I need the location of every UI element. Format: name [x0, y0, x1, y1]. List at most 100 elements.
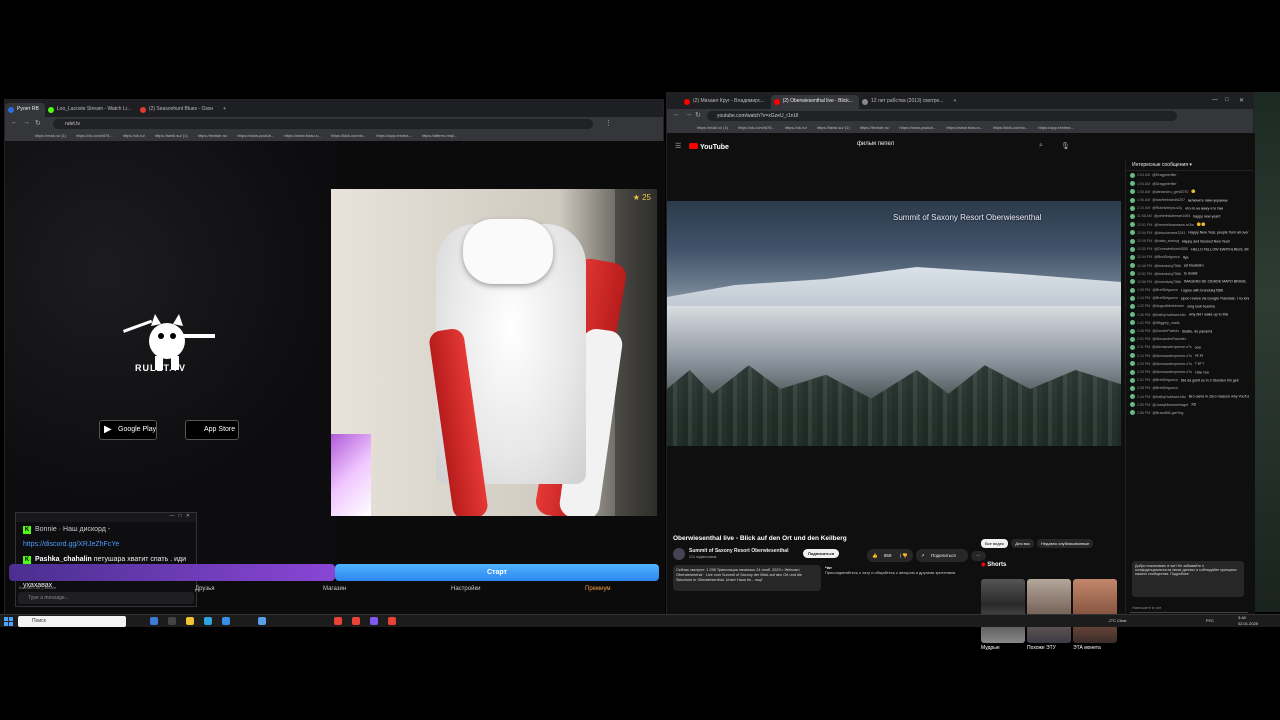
bookmark[interactable]: https://vk.com/id78... — [76, 133, 113, 139]
right-tab-krug[interactable]: (2) Михаил Круг - Владимирс... — [681, 95, 771, 109]
maximize-icon[interactable]: □ — [179, 513, 182, 519]
taskbar-chrome-icon[interactable] — [352, 617, 360, 625]
user-avatar[interactable] — [1130, 369, 1135, 375]
user-avatar[interactable] — [1130, 328, 1135, 334]
language-indicator[interactable]: РУС — [1206, 618, 1214, 623]
chat-username[interactable]: @hermelleanmann-nr3w — [1154, 223, 1193, 227]
left-url-field[interactable]: rulet.tv — [53, 119, 593, 129]
right-tab-oberwiesenthal[interactable]: (2) Oberwiesenthal live - Blick... — [770, 95, 859, 109]
bookmark[interactable]: https://vk.com/id78... — [738, 125, 775, 131]
user-avatar[interactable] — [1130, 230, 1135, 236]
right-tab-movie[interactable]: 12 лет рабства (2013) смотре... — [859, 95, 950, 109]
taskbar-chrome-icon[interactable] — [334, 617, 342, 625]
chat-username[interactable]: @peterinsideman1494 — [1154, 214, 1190, 218]
user-avatar[interactable] — [1130, 353, 1135, 359]
user-avatar[interactable] — [1130, 410, 1135, 416]
taskbar-app-icon[interactable] — [150, 617, 158, 625]
chat-username[interactable]: @Dragpeerfiler — [1152, 182, 1176, 186]
taskbar-app-icon[interactable] — [168, 617, 176, 625]
chat-username[interactable]: @KathyHubbard-b6c — [1152, 313, 1186, 317]
chat-username[interactable]: @JoseyMessmertaget — [1152, 403, 1188, 407]
user-avatar[interactable] — [1130, 287, 1135, 293]
minimize-icon[interactable]: — — [1212, 97, 1218, 103]
extensions-icon[interactable]: ⋮ — [605, 119, 612, 127]
chat-username[interactable]: @Alexsanderrpeeoe-x7s — [1152, 370, 1192, 374]
user-avatar[interactable] — [1130, 361, 1135, 367]
user-avatar[interactable] — [1130, 394, 1135, 400]
back-icon[interactable]: ← — [673, 111, 680, 118]
menu-icon[interactable]: ☰ — [675, 142, 681, 150]
more-button[interactable]: ⋯ — [971, 551, 986, 561]
reload-icon[interactable]: ↻ — [695, 111, 701, 119]
user-avatar[interactable] — [1130, 173, 1135, 178]
user-avatar[interactable] — [1130, 238, 1135, 244]
close-icon[interactable]: ✕ — [1239, 97, 1244, 104]
chat-username[interactable]: @AugustMortensen — [1152, 304, 1184, 308]
chat-username[interactable]: @sabs_sowing — [1154, 239, 1178, 243]
short-thumbnail[interactable] — [1073, 579, 1117, 643]
left-tab-kick[interactable]: Loo_Lacoste Stream - Watch Li... — [45, 103, 137, 117]
forward-icon[interactable]: → — [685, 111, 692, 118]
video-description[interactable]: Сейчас смотрят: 1 298 Трансляция началас… — [673, 565, 821, 591]
bookmark[interactable]: https://textide.ru/ — [198, 133, 228, 139]
chat-username[interactable]: @KathyHubbard-b6c — [1152, 395, 1186, 399]
back-icon[interactable]: ← — [11, 119, 18, 126]
taskbar-app-icon[interactable] — [258, 617, 266, 625]
chat-username[interactable]: @BretDelgonzo — [1152, 288, 1177, 292]
left-tab-rulet[interactable]: Рулет RB — [5, 103, 45, 117]
bookmark[interactable]: https://www.fsrau.s... — [284, 133, 321, 139]
user-avatar[interactable] — [1130, 304, 1135, 309]
bookmark[interactable]: https://mail.ru/ (1) — [697, 125, 728, 131]
windows-start-icon[interactable] — [4, 617, 13, 626]
user-avatar[interactable] — [1130, 336, 1135, 342]
taskbar-folder-icon[interactable] — [186, 617, 194, 625]
bookmark[interactable]: https://ok.ru/ — [123, 133, 145, 139]
chat-username[interactable]: @driscoencee2241 — [1154, 231, 1185, 235]
user-avatar[interactable] — [1130, 344, 1135, 350]
short-title[interactable]: Мудрые — [981, 645, 1000, 651]
bookmark[interactable]: https://app.restrea... — [1038, 125, 1074, 131]
chat-username[interactable]: @Dragpeerfiler — [1152, 173, 1176, 177]
minimize-icon[interactable]: — — [169, 513, 174, 519]
chat-input[interactable]: Напишите в чат — [1130, 603, 1248, 613]
user-avatar[interactable] — [1130, 189, 1135, 195]
bookmark[interactable]: https://www.youtub... — [237, 133, 274, 139]
chat-username[interactable]: @BrandM4-greYbg — [1152, 411, 1183, 415]
chat-username[interactable]: @BretDelgonzo — [1154, 255, 1179, 259]
nav-settings[interactable]: Настройки — [451, 586, 480, 592]
forward-icon[interactable]: → — [23, 119, 30, 126]
chat-username[interactable]: @brandoluj7566 — [1154, 272, 1180, 276]
bookmark[interactable]: https://tankl.su/ (1) — [817, 125, 850, 131]
bookmark[interactable]: https://www.youtub... — [899, 125, 936, 131]
user-avatar[interactable] — [1130, 181, 1135, 187]
chat-username[interactable]: Pashka_chahalin — [35, 556, 92, 563]
bookmark[interactable]: https://app.restrea... — [376, 133, 412, 139]
subscribe-button[interactable]: Подписаться — [803, 549, 840, 558]
chat-username[interactable]: @BretDelgonzo — [1152, 296, 1177, 300]
channel-name[interactable]: Summit of Saxony Resort Oberwiesenthal — [689, 548, 788, 554]
mic-icon[interactable]: 🎙 — [1061, 142, 1070, 150]
short-thumbnail[interactable] — [981, 579, 1025, 643]
taskbar-chrome-icon[interactable] — [388, 617, 396, 625]
bookmark[interactable]: https://ok.ru/ — [785, 125, 807, 131]
youtube-logo[interactable]: YouTube — [689, 143, 729, 151]
bookmark[interactable]: https://kick.com/lo... — [331, 133, 366, 139]
user-avatar[interactable] — [1130, 279, 1135, 285]
short-title[interactable]: Похоже ЭТУ — [1027, 645, 1056, 651]
user-avatar[interactable] — [1130, 263, 1135, 269]
live-chat-header[interactable]: Интересные сообщения ▾ — [1126, 159, 1253, 171]
youtube-search-input[interactable]: фильм пепел — [857, 141, 1029, 153]
taskbar-telegram-icon[interactable] — [222, 617, 230, 625]
nav-shop[interactable]: Магазин — [323, 586, 346, 592]
right-url-field[interactable]: youtube.com/watch?v=xGzeU_r1nUI — [707, 111, 1177, 121]
chat-username[interactable]: @Rubrishhyra-s2y — [1152, 206, 1182, 210]
chip-for-you[interactable]: Для вас — [1011, 539, 1034, 548]
chat-username[interactable]: @Alexsanderrpeeoe-x7s — [1152, 362, 1192, 366]
app-store-button[interactable]: App Store — [185, 420, 239, 440]
nav-friends[interactable]: Друзья — [195, 586, 214, 592]
user-avatar[interactable] — [1130, 377, 1135, 383]
user-avatar[interactable] — [1130, 222, 1135, 228]
chat-username[interactable]: @Wiggely_mads — [1152, 321, 1179, 325]
bookmark[interactable]: https://www.fsrau.s... — [946, 125, 983, 131]
clock[interactable]: 3:48 02.01.2025 — [1238, 615, 1258, 627]
